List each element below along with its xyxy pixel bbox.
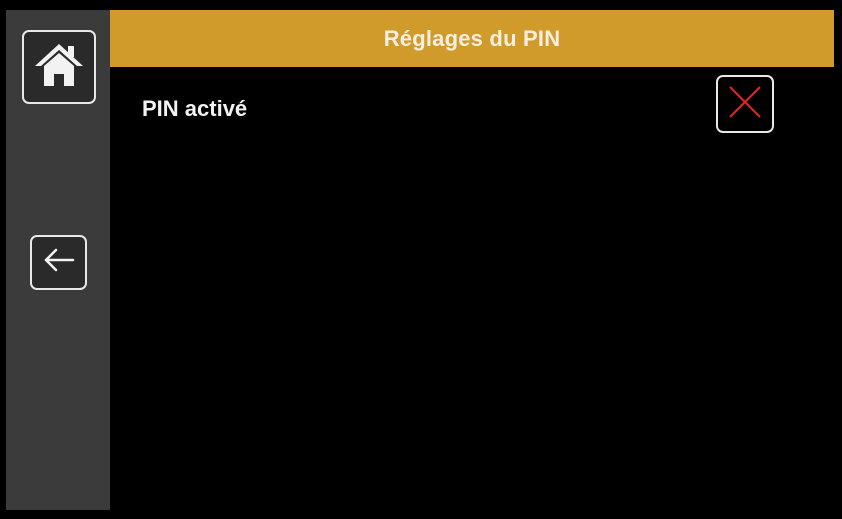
home-icon <box>32 38 86 97</box>
sidebar <box>6 10 110 510</box>
page-header: Réglages du PIN <box>110 10 834 67</box>
home-button[interactable] <box>22 30 96 104</box>
back-button[interactable] <box>30 235 87 290</box>
device-screen: Réglages du PIN PIN activé <box>0 0 842 519</box>
pin-enabled-label: PIN activé <box>142 96 248 121</box>
page-title: Réglages du PIN <box>383 25 561 51</box>
settings-content: PIN activé <box>110 67 834 510</box>
cross-icon <box>727 84 763 125</box>
setting-row-pin-enabled: PIN activé <box>110 67 834 147</box>
arrow-left-icon <box>42 247 76 278</box>
pin-enabled-toggle[interactable] <box>716 75 774 133</box>
